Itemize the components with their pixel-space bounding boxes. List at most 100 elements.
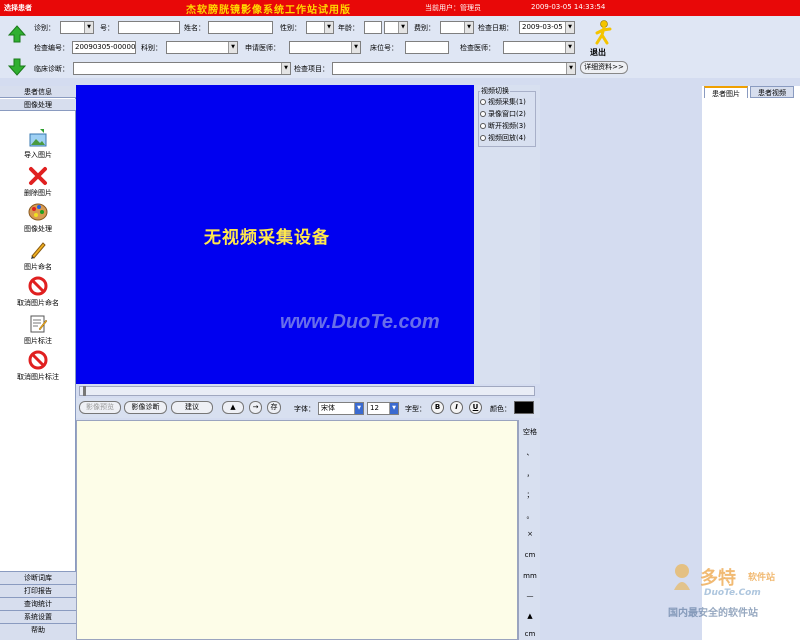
chevron-down-icon: ▼ <box>281 63 290 74</box>
radio-label: 视频回放(4) <box>488 134 526 142</box>
gender-select[interactable]: ▼ <box>306 21 334 34</box>
tab-patient-images[interactable]: 患者图片 <box>704 86 748 98</box>
annotate-icon <box>30 315 48 333</box>
image-process-button[interactable]: 图像处理 <box>0 202 76 234</box>
exam-date-label: 检查日期： <box>478 24 513 32</box>
video-progress-slider[interactable] <box>79 386 535 396</box>
import-image-icon <box>29 129 47 147</box>
symbol-item[interactable]: × <box>519 530 541 538</box>
image-preview-button[interactable]: 影像预览 <box>79 401 121 414</box>
chevron-down-icon: ▼ <box>464 22 473 33</box>
import-image-button[interactable]: 导入图片 <box>0 128 76 160</box>
running-man-icon <box>595 20 612 45</box>
right-media-panel: 患者图片 患者视频 <box>702 86 800 640</box>
exam-no-field[interactable]: 20090305-000001 <box>72 41 136 54</box>
tab-query-stats[interactable]: 查询统计 <box>0 597 76 610</box>
exam-doctor-select[interactable]: ▼ <box>503 41 575 54</box>
font-size-select[interactable]: 12 ▼ <box>367 402 399 415</box>
cancel-name-button[interactable]: 取消图片命名 <box>0 276 76 308</box>
num-field[interactable] <box>118 21 180 34</box>
age-unit-select[interactable]: ▼ <box>384 21 408 34</box>
symbol-item[interactable]: ； <box>519 490 541 500</box>
tool-label: 取消图片标注 <box>17 373 59 381</box>
symbol-item[interactable]: ▲ <box>519 612 541 620</box>
detail-button[interactable]: 详细资料>> <box>580 61 628 74</box>
symbol-item[interactable]: 、 <box>519 448 541 458</box>
tab-patient-info[interactable]: 患者信息 <box>0 86 76 98</box>
video-switch-panel: 视频切换 视频采集(1) 录像窗口(2) 断开视频(3) 视频回放(4) <box>474 85 540 384</box>
radio-video-playback[interactable]: 视频回放(4) <box>480 133 526 143</box>
tab-print-report[interactable]: 打印报告 <box>0 584 76 597</box>
up-arrow-icon[interactable] <box>8 25 26 43</box>
slider-thumb[interactable] <box>83 386 86 396</box>
video-display[interactable]: 无视频采集设备 www.DuoTe.com <box>76 85 474 384</box>
suggest-button[interactable]: 建议 <box>171 401 213 414</box>
down-arrow-icon[interactable] <box>8 58 26 76</box>
brand-site: 软件站 <box>748 573 776 583</box>
symbol-space[interactable]: 空格 <box>519 427 541 437</box>
exit-button[interactable]: 退出 <box>588 18 618 57</box>
chevron-down-icon: ▼ <box>84 22 93 33</box>
tab-image-processing[interactable]: 图像处理 <box>0 99 76 111</box>
symbol-item[interactable]: 。 <box>519 511 541 521</box>
chevron-down-icon: ▼ <box>566 63 575 74</box>
report-editor[interactable] <box>76 420 518 640</box>
tab-patient-video[interactable]: 患者视频 <box>750 86 794 98</box>
req-doctor-label: 申请医师： <box>245 44 280 52</box>
symbol-palette: 空格 、 ， ； 。 × cm mm — ▲ cm <box>518 420 540 640</box>
symbol-item[interactable]: cm <box>519 630 541 638</box>
select-patient-button[interactable]: 选择患者 <box>4 3 32 13</box>
datetime: 2009-03-05 14:33:54 <box>531 3 606 11</box>
fee-label: 费别： <box>414 24 435 32</box>
symbol-item[interactable]: ， <box>519 469 541 479</box>
bold-button[interactable]: B <box>431 401 444 414</box>
bed-field[interactable] <box>405 41 449 54</box>
radio-icon <box>480 135 486 141</box>
chevron-down-icon: ▼ <box>565 22 574 33</box>
chevron-down-icon: ▼ <box>565 42 574 53</box>
tab-system-settings[interactable]: 系统设置 <box>0 610 76 623</box>
name-image-button[interactable]: 图片命名 <box>0 240 76 272</box>
tool-label: 图像处理 <box>24 225 52 233</box>
radio-video-capture[interactable]: 视频采集(1) <box>480 97 526 107</box>
chevron-down-icon: ▼ <box>398 22 407 33</box>
annotate-image-button[interactable]: 图片标注 <box>0 314 76 346</box>
image-diagnosis-button[interactable]: 影像诊断 <box>124 401 167 414</box>
clinical-diag-select[interactable]: ▼ <box>73 62 291 75</box>
name-field[interactable] <box>208 21 273 34</box>
exam-item-select[interactable]: ▼ <box>332 62 576 75</box>
diag-select[interactable]: ▼ <box>60 21 94 34</box>
radio-record-window[interactable]: 录像窗口(2) <box>480 109 526 119</box>
watermark-text: www.DuoTe.com <box>280 311 440 333</box>
bed-label: 床位号： <box>370 44 398 52</box>
underline-button[interactable]: U <box>469 401 482 414</box>
cancel-icon <box>28 350 48 370</box>
exam-no-label: 检查编号： <box>34 44 69 52</box>
report-toolbar: 影像预览 影像诊断 建议 ▲ → 存 字体： 宋体 ▼ 12 ▼ 字型： B I U… <box>76 398 540 418</box>
symbol-item[interactable]: mm <box>519 572 541 580</box>
tab-diagnosis-lexicon[interactable]: 诊断词库 <box>0 571 76 584</box>
req-doctor-select[interactable]: ▼ <box>289 41 361 54</box>
radio-disconnect-video[interactable]: 断开视频(3) <box>480 121 526 131</box>
chevron-down-icon: ▼ <box>324 22 333 33</box>
delete-image-button[interactable]: 删除图片 <box>0 166 76 198</box>
font-select[interactable]: 宋体 ▼ <box>318 402 364 415</box>
cancel-annotate-button[interactable]: 取消图片标注 <box>0 350 76 382</box>
delete-image-icon <box>29 167 47 185</box>
age-field[interactable] <box>364 21 382 34</box>
italic-button[interactable]: I <box>450 401 463 414</box>
dept-select[interactable]: ▼ <box>166 41 238 54</box>
cancel-icon <box>28 276 48 296</box>
symbol-item[interactable]: — <box>519 592 541 600</box>
clinical-diag-label: 临床诊断： <box>34 65 69 73</box>
arrow-button[interactable]: → <box>249 401 262 414</box>
tool-label: 删除图片 <box>24 189 52 197</box>
up-button[interactable]: ▲ <box>222 401 244 414</box>
exam-date-picker[interactable]: 2009-03-05 ▼ <box>519 21 575 34</box>
tab-help[interactable]: 帮助 <box>0 623 76 640</box>
gender-label: 性别： <box>280 24 301 32</box>
symbol-item[interactable]: cm <box>519 551 541 559</box>
save-button[interactable]: 存 <box>267 401 281 414</box>
text-color-swatch[interactable] <box>514 401 534 414</box>
fee-select[interactable]: ▼ <box>440 21 474 34</box>
